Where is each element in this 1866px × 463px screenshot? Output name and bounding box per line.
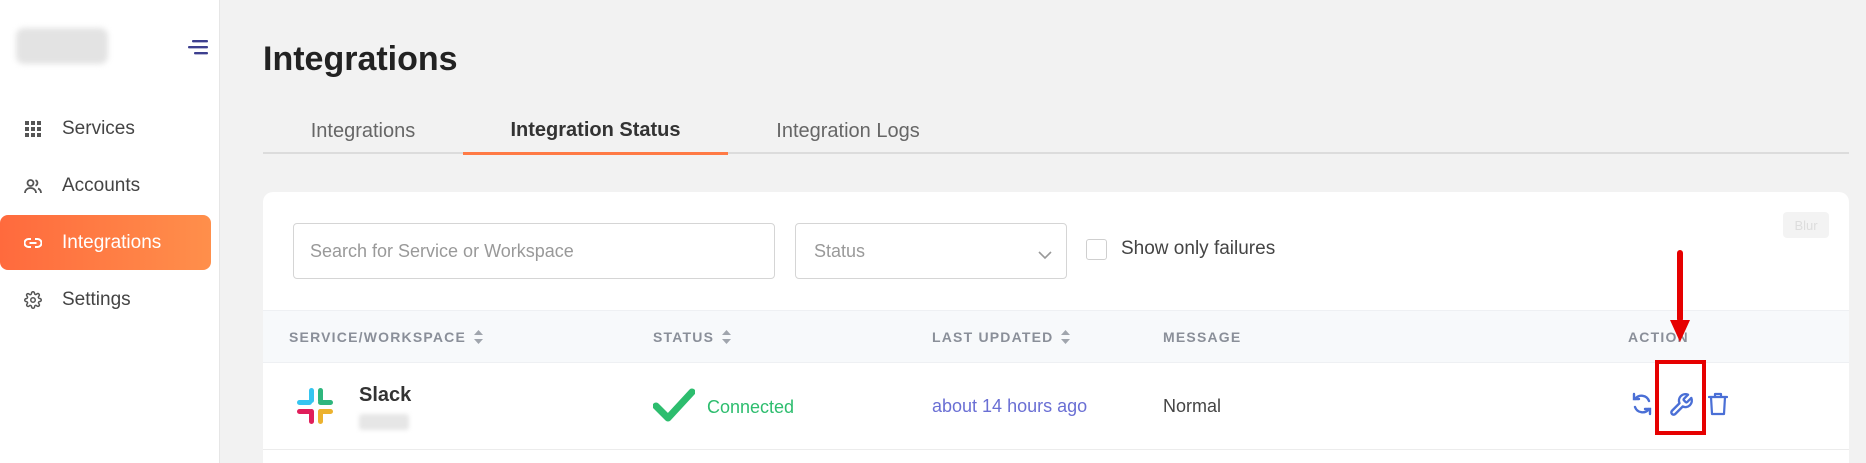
chevron-down-icon: [1038, 244, 1052, 265]
tab-bar: Integrations Integration Status Integrat…: [263, 108, 1849, 155]
sort-icon[interactable]: [474, 330, 484, 344]
workspace-name-redacted: [359, 414, 409, 430]
gear-icon: [24, 290, 42, 309]
last-updated-link[interactable]: about 14 hours ago: [932, 396, 1087, 417]
integration-status-card: Blur Status Show only failures SERVICE/W…: [263, 192, 1849, 463]
column-header-service[interactable]: SERVICE/WORKSPACE: [289, 329, 484, 345]
table-header: SERVICE/WORKSPACE STATUS LAST UPDATED ME…: [263, 310, 1849, 363]
sidebar-item-label: Settings: [62, 288, 131, 310]
status-select[interactable]: Status: [795, 223, 1067, 279]
column-header-message: MESSAGE: [1163, 329, 1242, 345]
tab-integration-status[interactable]: Integration Status: [463, 108, 728, 155]
status-cell: Connected: [652, 388, 795, 427]
blur-badge: Blur: [1783, 212, 1829, 238]
status-text: Connected: [707, 397, 795, 417]
service-name: Slack: [359, 384, 412, 406]
search-input[interactable]: [293, 223, 775, 279]
sidebar-item-label: Integrations: [62, 231, 162, 253]
sidebar-item-label: Services: [62, 117, 135, 139]
annotation-highlight-box: [1655, 360, 1706, 435]
message-text: Normal: [1163, 396, 1222, 416]
grid-icon: [24, 120, 42, 138]
users-icon: [24, 177, 42, 195]
sidebar-item-settings[interactable]: Settings: [0, 272, 211, 327]
sidebar-item-integrations[interactable]: Integrations: [0, 215, 211, 270]
tab-integrations[interactable]: Integrations: [263, 108, 463, 154]
table-row: Slack Connected about 14 hours ago Norma…: [263, 364, 1849, 450]
sidebar: Services Accounts Integrations Settings: [0, 0, 220, 463]
page-title: Integrations: [263, 40, 458, 78]
menu-collapse-icon[interactable]: [186, 38, 210, 58]
sidebar-item-services[interactable]: Services: [0, 101, 211, 156]
show-only-failures-toggle[interactable]: Show only failures: [1086, 238, 1275, 260]
tab-integration-logs[interactable]: Integration Logs: [728, 108, 968, 154]
sidebar-item-accounts[interactable]: Accounts: [0, 158, 211, 213]
slack-logo-icon: [295, 386, 335, 426]
sort-icon[interactable]: [722, 330, 732, 344]
link-icon: [24, 234, 42, 252]
sort-icon[interactable]: [1061, 330, 1071, 344]
company-logo: [16, 28, 108, 64]
column-header-last-updated[interactable]: LAST UPDATED: [932, 329, 1071, 345]
check-icon: [652, 388, 696, 427]
annotation-arrow-icon: [1670, 250, 1690, 342]
sidebar-item-label: Accounts: [62, 174, 141, 196]
show-only-failures-label: Show only failures: [1121, 238, 1276, 259]
trash-icon[interactable]: [1707, 392, 1729, 421]
status-select-placeholder: Status: [814, 240, 866, 261]
sync-icon[interactable]: [1631, 392, 1653, 421]
column-header-status[interactable]: STATUS: [653, 329, 732, 345]
show-only-failures-checkbox[interactable]: [1086, 238, 1107, 260]
